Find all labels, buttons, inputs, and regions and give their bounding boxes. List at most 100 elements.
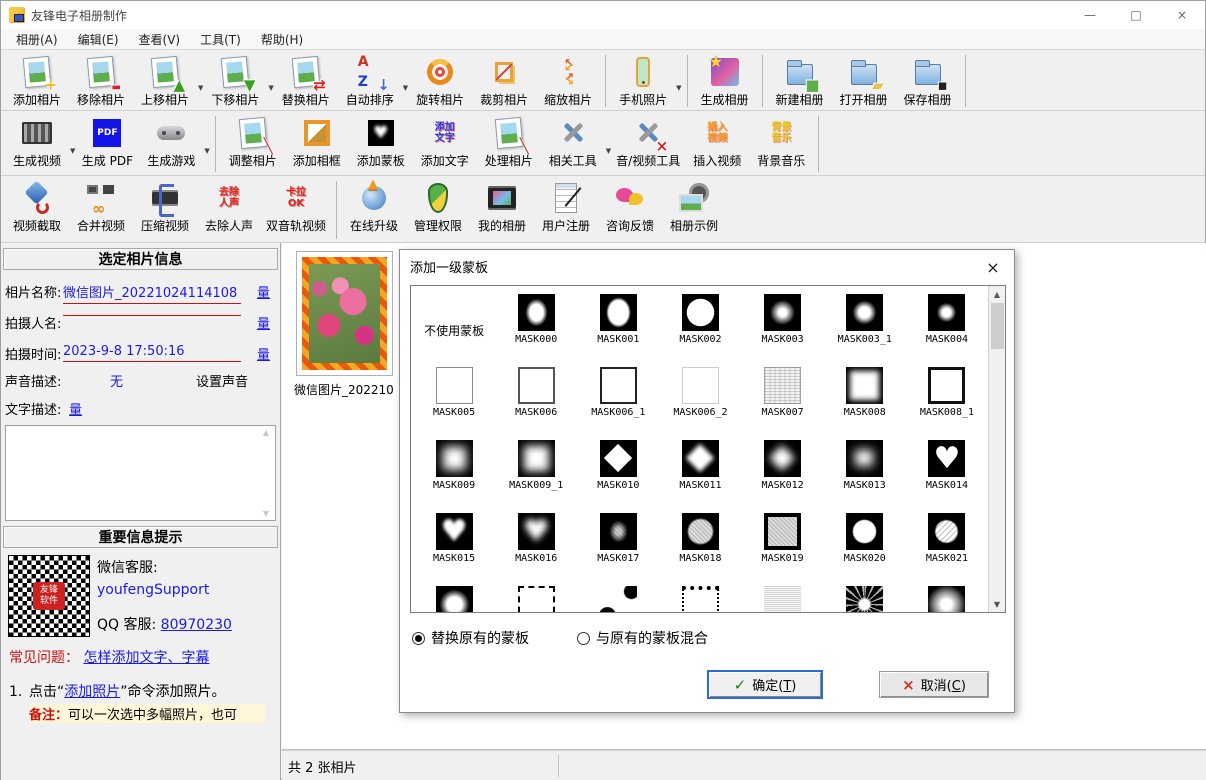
toolbar-button-process-photo[interactable]: ╲处理相片 <box>477 113 541 169</box>
toolbar-button-remove-photo[interactable]: ▬移除相片 <box>69 52 133 108</box>
mask-thumbnail[interactable] <box>764 294 801 331</box>
mask-thumbnail[interactable] <box>518 440 555 477</box>
qq-service-link[interactable]: 80970230 <box>161 617 232 633</box>
mask-option-MASK016[interactable]: ♥MASK016 <box>495 509 577 582</box>
toolbar-button-merge-video[interactable]: 合并视频 <box>69 178 133 234</box>
mask-thumbnail[interactable] <box>846 440 883 477</box>
textarea-scrollbar[interactable]: ▲ ▼ <box>259 428 273 518</box>
mask-thumbnail[interactable]: ♥ <box>928 440 965 477</box>
mask-option-MASK011[interactable]: MASK011 <box>659 436 741 509</box>
mask-option-MASK008[interactable]: MASK008 <box>824 363 906 436</box>
add-photos-link[interactable]: 添加照片 <box>64 684 120 700</box>
mask-option-MASK003_1[interactable]: MASK003_1 <box>824 290 906 363</box>
mask-option-MASK007[interactable]: MASK007 <box>742 363 824 436</box>
mask-thumbnail[interactable]: ♥ <box>436 513 473 550</box>
mask-option[interactable] <box>659 582 741 613</box>
mask-option-MASK018[interactable]: MASK018 <box>659 509 741 582</box>
menu-item-4[interactable]: 帮助(H) <box>252 29 312 50</box>
mask-option-不使用蒙板[interactable]: 不使用蒙板 <box>413 290 495 363</box>
toolbar-button-move-up-photo[interactable]: ▲上移相片 <box>133 52 197 108</box>
toolbar-button-rotate-photo[interactable]: 旋转相片 <box>408 52 472 108</box>
mask-option-MASK003[interactable]: MASK003 <box>742 290 824 363</box>
faq-link[interactable]: 怎样添加文字、字幕 <box>83 650 209 666</box>
toolbar-button-auto-sort[interactable]: ↓自动排序 <box>338 52 402 108</box>
radio-replace-mask[interactable]: 替换原有的蒙板 <box>412 628 529 648</box>
toolbar-button-user-register[interactable]: 用户注册 <box>534 178 598 234</box>
mask-option-MASK019[interactable]: MASK019 <box>742 509 824 582</box>
toolbar-button-av-tools[interactable]: ×音/视频工具 <box>611 113 685 169</box>
photo-name-value[interactable]: 微信图片_20221024114108 <box>63 282 241 304</box>
mask-option-MASK006_1[interactable]: MASK006_1 <box>577 363 659 436</box>
toolbar-button-bg-music[interactable]: 背景 音乐背景音乐 <box>749 113 813 169</box>
mask-option[interactable] <box>906 582 988 613</box>
cancel-button[interactable]: × 取消(C) <box>879 671 989 698</box>
scroll-up-icon[interactable]: ▲ <box>994 286 1000 302</box>
toolbar-button-add-frame[interactable]: 添加相框 <box>285 113 349 169</box>
toolbar-button-scale-photo[interactable]: 缩放相片 <box>536 52 600 108</box>
toolbar-button-compress-video[interactable]: 压缩视频 <box>133 178 197 234</box>
toolbar-button-generate-pdf[interactable]: 生成 PDF <box>75 113 139 169</box>
mask-thumbnail[interactable] <box>764 513 801 550</box>
mask-option[interactable] <box>742 582 824 613</box>
mask-option[interactable] <box>824 582 906 613</box>
text-description-textarea[interactable]: ▲ ▼ <box>5 425 276 521</box>
mask-thumbnail[interactable] <box>928 513 965 550</box>
radio-blend-mask[interactable]: 与原有的蒙板混合 <box>577 628 708 648</box>
mask-thumbnail[interactable] <box>600 513 637 550</box>
toolbar-button-add-photo[interactable]: +添加相片 <box>5 52 69 108</box>
mask-option-MASK001[interactable]: MASK001 <box>577 290 659 363</box>
mask-option-MASK000[interactable]: MASK000 <box>495 290 577 363</box>
chevron-down-icon[interactable]: ▼ <box>204 147 209 155</box>
toolbar-button-generate-game[interactable]: 生成游戏 <box>139 113 203 169</box>
text-desc-edit-link[interactable]: 量 <box>69 399 82 418</box>
mask-option-MASK012[interactable]: MASK012 <box>742 436 824 509</box>
toolbar-button-my-album[interactable]: 我的相册 <box>470 178 534 234</box>
mask-option-MASK004[interactable]: MASK004 <box>906 290 988 363</box>
toolbar-button-move-down-photo[interactable]: ▼下移相片 <box>203 52 267 108</box>
mask-option[interactable] <box>413 582 495 613</box>
scrollbar-thumb[interactable] <box>991 303 1004 349</box>
toolbar-button-generate-album[interactable]: 生成相册 <box>693 52 757 108</box>
toolbar-button-replace-photo[interactable]: ⇄替换相片 <box>274 52 338 108</box>
mask-option-MASK009[interactable]: MASK009 <box>413 436 495 509</box>
mask-thumbnail[interactable] <box>600 294 637 331</box>
menu-item-0[interactable]: 相册(A) <box>7 29 67 50</box>
toolbar-button-online-upgrade[interactable]: 在线升级 <box>342 178 406 234</box>
mask-thumbnail[interactable] <box>682 367 719 404</box>
toolbar-button-related-tools[interactable]: 相关工具 <box>541 113 605 169</box>
toolbar-button-add-text[interactable]: 添加 文字添加文字 <box>413 113 477 169</box>
toolbar-button-video-capture[interactable]: 视频截取 <box>5 178 69 234</box>
mask-thumbnail[interactable] <box>518 294 555 331</box>
mask-option-MASK009_1[interactable]: MASK009_1 <box>495 436 577 509</box>
minimize-button[interactable]: — <box>1067 1 1113 29</box>
mask-thumbnail[interactable] <box>764 440 801 477</box>
shoot-time-edit-link[interactable]: 量 <box>257 344 270 363</box>
mask-option-MASK006[interactable]: MASK006 <box>495 363 577 436</box>
mask-option-MASK010[interactable]: MASK010 <box>577 436 659 509</box>
radio-unselected-icon[interactable] <box>577 632 590 645</box>
shoot-time-value[interactable]: 2023-9-8 17:50:16 <box>63 344 241 362</box>
toolbar-button-add-mask[interactable]: 添加蒙板 <box>349 113 413 169</box>
mask-option[interactable] <box>495 582 577 613</box>
toolbar-button-remove-vocal[interactable]: 去除 人声去除人声 <box>197 178 261 234</box>
toolbar-button-crop-photo[interactable]: 裁剪相片 <box>472 52 536 108</box>
ok-button[interactable]: ✓ 确定(T) <box>707 670 823 699</box>
mask-option-MASK008_1[interactable]: MASK008_1 <box>906 363 988 436</box>
close-button[interactable]: × <box>1159 1 1205 29</box>
photographer-edit-link[interactable]: 量 <box>257 313 270 332</box>
toolbar-button-save-album[interactable]: ▪保存相册 <box>896 52 960 108</box>
mask-thumbnail[interactable] <box>928 586 965 613</box>
mask-option-MASK020[interactable]: MASK020 <box>824 509 906 582</box>
chevron-down-icon[interactable]: ▼ <box>676 84 681 92</box>
dialog-close-icon[interactable]: × <box>982 256 1004 278</box>
photo-name-edit-link[interactable]: 量 <box>257 282 270 301</box>
menu-item-1[interactable]: 编辑(E) <box>69 29 128 50</box>
menu-item-3[interactable]: 工具(T) <box>191 29 250 50</box>
toolbar-button-generate-video[interactable]: 生成视频 <box>5 113 69 169</box>
toolbar-button-phone-photo[interactable]: 手机照片 <box>611 52 675 108</box>
photographer-value[interactable] <box>63 313 241 316</box>
toolbar-button-open-album[interactable]: ▰打开相册 <box>832 52 896 108</box>
toolbar-button-adjust-photo[interactable]: ╲调整相片 <box>221 113 285 169</box>
scroll-down-icon[interactable]: ▼ <box>994 596 1000 612</box>
mask-thumbnail[interactable] <box>846 367 883 404</box>
